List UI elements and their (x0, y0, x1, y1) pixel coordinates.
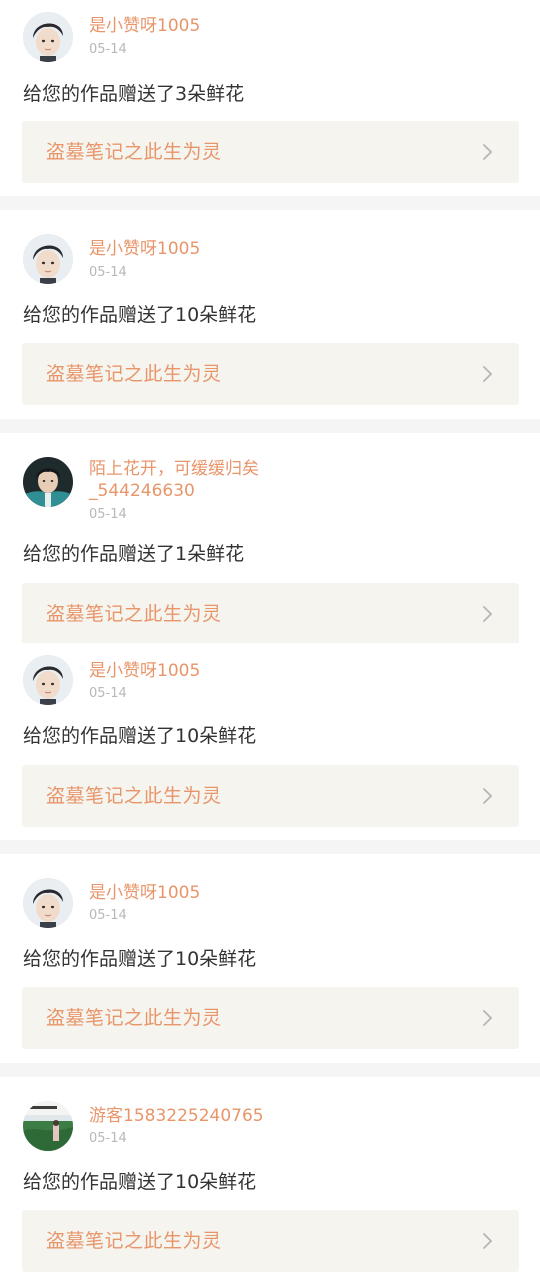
user-name[interactable]: 是小赞呀1005 (89, 238, 389, 260)
book-link-button[interactable]: 盗墓笔记之此生为灵 (22, 343, 519, 405)
user-avatar[interactable] (23, 878, 73, 928)
separator (0, 419, 540, 433)
gift-date: 05-14 (89, 42, 127, 57)
gift-date: 05-14 (89, 265, 127, 280)
separator (0, 1063, 540, 1077)
boy-portrait-avatar-icon (23, 878, 73, 928)
gift-message: 给您的作品赠送了10朵鲜花 (23, 304, 257, 326)
chevron-right-icon (477, 142, 497, 162)
book-link-button[interactable]: 盗墓笔记之此生为灵 (22, 583, 519, 645)
book-title: 盗墓笔记之此生为灵 (46, 603, 222, 625)
boy-portrait-avatar-icon (23, 12, 73, 62)
chevron-right-icon (477, 1008, 497, 1028)
separator (0, 196, 540, 210)
gift-notification-item: 游客1583225240765 05-14 给您的作品赠送了10朵鲜花 盗墓笔记… (0, 1077, 540, 1280)
boy-teal-jacket-avatar-icon (23, 457, 73, 507)
user-avatar[interactable] (23, 655, 73, 705)
gift-notification-item: 是小赞呀1005 05-14 给您的作品赠送了10朵鲜花 盗墓笔记之此生为灵 (0, 210, 540, 419)
book-title: 盗墓笔记之此生为灵 (46, 1007, 222, 1029)
gift-date: 05-14 (89, 507, 127, 522)
chevron-right-icon (477, 604, 497, 624)
user-name[interactable]: 游客1583225240765 (89, 1105, 389, 1127)
gift-date: 05-14 (89, 908, 127, 923)
boy-portrait-avatar-icon (23, 655, 73, 705)
book-link-button[interactable]: 盗墓笔记之此生为灵 (22, 987, 519, 1049)
gift-message: 给您的作品赠送了1朵鲜花 (23, 543, 245, 565)
book-title: 盗墓笔记之此生为灵 (46, 363, 222, 385)
chevron-right-icon (477, 1231, 497, 1251)
gift-message: 给您的作品赠送了3朵鲜花 (23, 83, 245, 105)
book-link-button[interactable]: 盗墓笔记之此生为灵 (22, 765, 519, 827)
gift-date: 05-14 (89, 686, 127, 701)
user-name[interactable]: 是小赞呀1005 (89, 15, 389, 37)
gift-message: 给您的作品赠送了10朵鲜花 (23, 725, 257, 747)
gift-notification-item: 是小赞呀1005 05-14 给您的作品赠送了3朵鲜花 盗墓笔记之此生为灵 (0, 0, 540, 196)
user-name[interactable]: 陌上花开，可缓缓归矣 _544246630 (89, 458, 389, 502)
user-avatar[interactable] (23, 234, 73, 284)
gift-notification-item: 是小赞呀1005 05-14 给您的作品赠送了10朵鲜花 盗墓笔记之此生为灵 (0, 854, 540, 1063)
book-title: 盗墓笔记之此生为灵 (46, 141, 222, 163)
user-name[interactable]: 是小赞呀1005 (89, 660, 389, 682)
gift-message: 给您的作品赠送了10朵鲜花 (23, 1171, 257, 1193)
separator (0, 840, 540, 854)
chevron-right-icon (477, 364, 497, 384)
book-link-button[interactable]: 盗墓笔记之此生为灵 (22, 121, 519, 183)
boy-portrait-avatar-icon (23, 234, 73, 284)
book-link-button[interactable]: 盗墓笔记之此生为灵 (22, 1210, 519, 1272)
book-title: 盗墓笔记之此生为灵 (46, 1230, 222, 1252)
gift-date: 05-14 (89, 1131, 127, 1146)
gift-notification-item: 陌上花开，可缓缓归矣 _544246630 05-14 给您的作品赠送了1朵鲜花… (0, 433, 540, 645)
landscape-photo-avatar-icon (23, 1101, 73, 1151)
gift-notification-feed: 是小赞呀1005 05-14 给您的作品赠送了3朵鲜花 盗墓笔记之此生为灵 是小… (0, 0, 540, 1280)
gift-message: 给您的作品赠送了10朵鲜花 (23, 948, 257, 970)
chevron-right-icon (477, 786, 497, 806)
user-name[interactable]: 是小赞呀1005 (89, 882, 389, 904)
user-avatar[interactable] (23, 1101, 73, 1151)
gift-notification-item: 是小赞呀1005 05-14 给您的作品赠送了10朵鲜花 盗墓笔记之此生为灵 (0, 643, 540, 840)
user-avatar[interactable] (23, 457, 73, 507)
book-title: 盗墓笔记之此生为灵 (46, 785, 222, 807)
user-avatar[interactable] (23, 12, 73, 62)
